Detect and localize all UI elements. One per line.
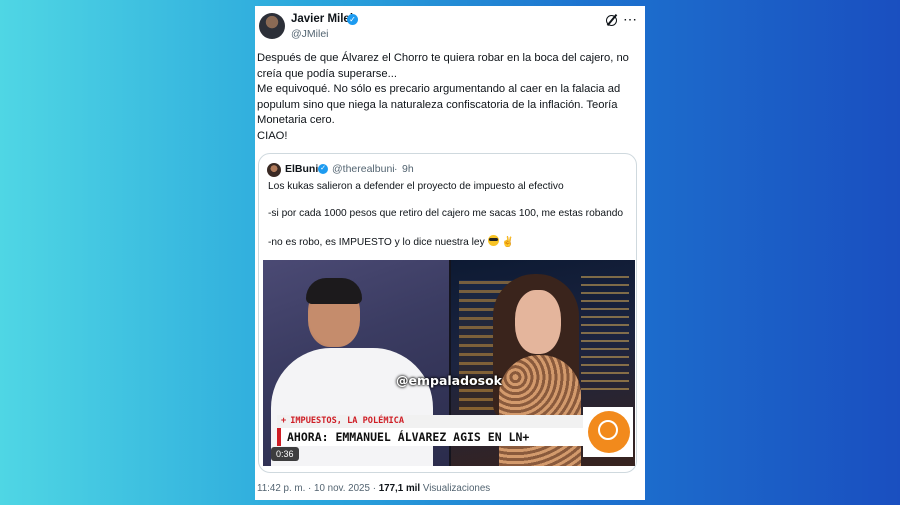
lower-third-topic: + IMPUESTOS, LA POLÉMICA	[277, 415, 583, 428]
quoted-separator: ·	[394, 163, 398, 175]
video-duration: 0:36	[271, 447, 299, 461]
lower-third-headline: AHORA: EMMANUEL ÁLVAREZ AGIS EN LN+	[277, 428, 583, 446]
quoted-timestamp[interactable]: 9h	[402, 163, 414, 175]
post-header: Javier Milei ✓ @JMilei ⋯	[255, 6, 645, 46]
post-text-line: Me equivoqué. No sólo es precario argume…	[257, 83, 621, 95]
quoted-author-avatar[interactable]	[267, 163, 281, 177]
quoted-author-handle[interactable]: @therealbuni	[332, 163, 395, 175]
footer-separator: ·	[372, 483, 376, 494]
post-text-line: Monetaria cero.	[257, 114, 335, 126]
city-background-right	[581, 270, 629, 390]
views-count: 177,1 mil	[378, 483, 421, 494]
woman-figure-face	[515, 290, 561, 354]
quoted-post[interactable]: ElBuni ✓ @therealbuni · 9h Los kukas sal…	[258, 153, 637, 473]
post-text-line: creía que podía superarse...	[257, 67, 397, 80]
sunglasses-emoji-icon	[487, 235, 499, 246]
post-date[interactable]: 10 nov. 2025	[314, 483, 370, 494]
verified-badge-icon: ✓	[347, 14, 358, 25]
more-options-icon[interactable]: ⋯	[623, 11, 638, 28]
video-player[interactable]: @empaladosok + IMPUESTOS, LA POLÉMICA AHO…	[263, 260, 635, 466]
lower-third-topic-text: IMPUESTOS, LA POLÉMICA	[290, 416, 405, 426]
quoted-text-line-3-text: -no es robo, es IMPUESTO y lo dice nuest…	[268, 237, 485, 248]
post-text-line: Después de que Álvarez el Chorro te quie…	[257, 52, 629, 64]
author-avatar[interactable]	[259, 13, 285, 39]
footer-separator: ·	[308, 483, 312, 494]
quoted-verified-badge-icon: ✓	[318, 164, 328, 174]
video-watermark: @empaladosok	[396, 373, 502, 388]
quoted-text-line: Los kukas salieron a defender el proyect…	[268, 181, 564, 192]
post-footer: 11:42 p. m. · 10 nov. 2025 · 177,1 mil V…	[257, 483, 490, 494]
lower-third-plus: +	[281, 416, 287, 426]
post-text-line: populum sino que niega la naturaleza con…	[257, 98, 618, 111]
victory-hand-emoji-icon: ✌	[501, 237, 515, 248]
post-text-line: CIAO!	[257, 129, 288, 142]
post-time[interactable]: 11:42 p. m.	[257, 483, 305, 494]
man-figure-hair	[306, 278, 362, 304]
post-text: Después de que Álvarez el Chorro te quie…	[257, 51, 641, 144]
channel-logo-icon	[598, 420, 618, 440]
channel-logo	[583, 407, 633, 457]
grok-icon[interactable]	[606, 15, 617, 26]
woman-figure-body	[499, 355, 581, 466]
views-label: Visualizaciones	[422, 483, 491, 494]
post-card[interactable]: Javier Milei ✓ @JMilei ⋯ Después de que …	[255, 6, 645, 500]
quoted-text-line: -si por cada 1000 pesos que retiro del c…	[268, 208, 624, 219]
author-name[interactable]: Javier Milei	[291, 13, 353, 25]
author-handle[interactable]: @JMilei	[291, 28, 329, 40]
quoted-author-name[interactable]: ElBuni	[285, 163, 318, 175]
quoted-text-line-3: -no es robo, es IMPUESTO y lo dice nuest…	[268, 235, 514, 248]
